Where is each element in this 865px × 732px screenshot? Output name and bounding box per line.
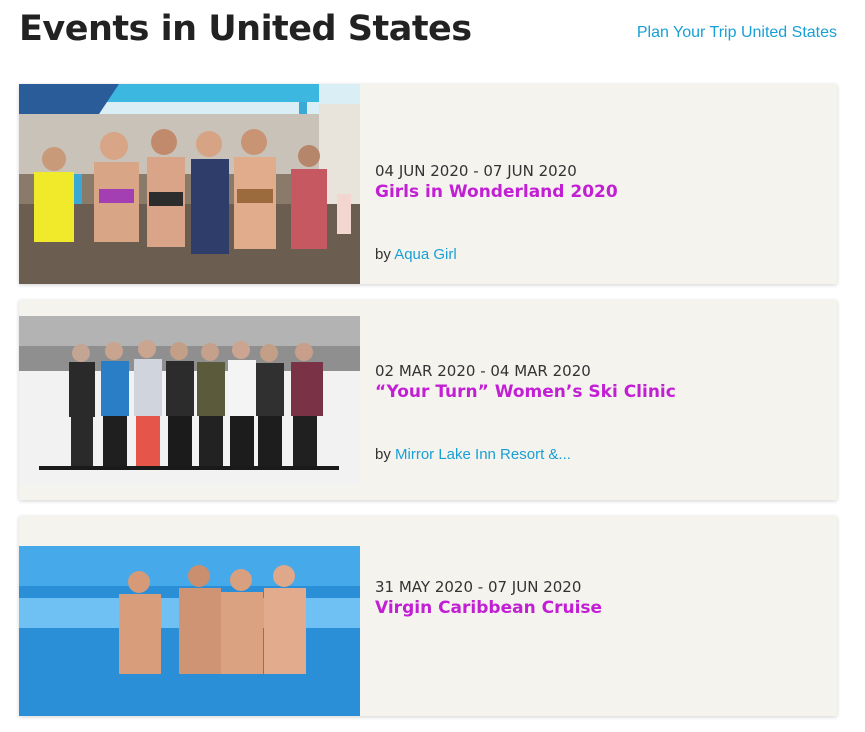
event-image-men-on-cruise[interactable] (19, 546, 360, 716)
page-title: Events in United States (19, 9, 472, 49)
event-card[interactable]: 04 JUN 2020 - 07 JUN 2020 Girls in Wonde… (19, 84, 837, 284)
event-card[interactable]: 02 MAR 2020 - 04 MAR 2020 “Your Turn” Wo… (19, 300, 837, 500)
plan-your-trip-link[interactable]: Plan Your Trip United States (637, 24, 837, 42)
event-photo (19, 316, 360, 485)
event-title[interactable]: Girls in Wonderland 2020 (375, 181, 825, 203)
organizer-link[interactable]: Aqua Girl (394, 246, 457, 263)
by-label: by (375, 246, 391, 263)
event-date: 02 MAR 2020 - 04 MAR 2020 (375, 362, 591, 380)
event-image-women-skiers[interactable] (19, 316, 360, 485)
event-list: 04 JUN 2020 - 07 JUN 2020 Girls in Wonde… (19, 84, 837, 732)
by-label: by (375, 446, 391, 463)
event-organizer-line: by Mirror Lake Inn Resort &... (375, 446, 571, 463)
event-photo (19, 546, 360, 716)
event-title[interactable]: Virgin Caribbean Cruise (375, 597, 825, 619)
page-header: Events in United States Plan Your Trip U… (0, 0, 865, 70)
event-card[interactable]: 31 MAY 2020 - 07 JUN 2020 Virgin Caribbe… (19, 516, 837, 716)
event-title[interactable]: “Your Turn” Women’s Ski Clinic (375, 381, 825, 403)
event-info: 02 MAR 2020 - 04 MAR 2020 “Your Turn” Wo… (375, 362, 825, 403)
event-photo (19, 84, 360, 284)
event-info: 31 MAY 2020 - 07 JUN 2020 Virgin Caribbe… (375, 578, 825, 619)
event-info: 04 JUN 2020 - 07 JUN 2020 Girls in Wonde… (375, 162, 825, 203)
event-date: 04 JUN 2020 - 07 JUN 2020 (375, 162, 577, 180)
organizer-link[interactable]: Mirror Lake Inn Resort &... (395, 446, 571, 463)
event-date: 31 MAY 2020 - 07 JUN 2020 (375, 578, 582, 596)
event-organizer-line: by Aqua Girl (375, 246, 457, 263)
event-image-women-at-tiki-bar[interactable] (19, 84, 360, 284)
